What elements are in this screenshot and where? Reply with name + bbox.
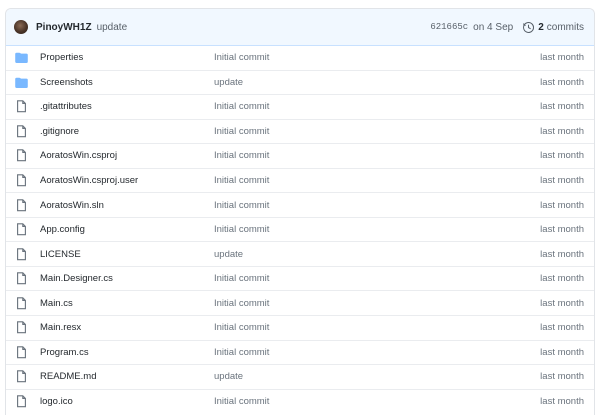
file-row[interactable]: LICENSE update last month — [6, 242, 594, 267]
file-icon — [14, 149, 28, 162]
file-commit-message-link[interactable]: Initial commit — [214, 347, 414, 358]
file-commit-message-link[interactable]: update — [214, 249, 414, 260]
file-row[interactable]: AoratosWin.csproj.user Initial commit last… — [6, 169, 594, 194]
file-commit-message-link[interactable]: Initial commit — [214, 200, 414, 211]
file-commit-age: last month — [540, 150, 584, 162]
commit-message-link[interactable]: update — [97, 22, 128, 33]
file-icon — [14, 198, 28, 212]
file-commit-age: last month — [540, 273, 584, 285]
file-commit-age: last month — [540, 346, 584, 358]
file-icon — [14, 297, 28, 310]
file-name-link[interactable]: logo.ico — [40, 396, 214, 407]
file-commit-message-link[interactable]: Initial commit — [214, 150, 414, 161]
file-commit-age: last month — [540, 76, 584, 88]
file-commit-message-link[interactable]: Initial commit — [214, 224, 414, 235]
file-commit-message-link[interactable]: Initial commit — [214, 101, 414, 112]
file-commit-age: last month — [540, 101, 584, 113]
commit-sha-link[interactable]: 621665c — [430, 22, 468, 32]
file-commit-message-link[interactable]: Initial commit — [214, 52, 414, 63]
file-commit-message-link[interactable]: Initial commit — [214, 126, 414, 137]
file-row[interactable]: App.config Initial commit last month — [6, 218, 594, 243]
file-commit-message-link[interactable]: update — [214, 371, 414, 382]
file-row[interactable]: Main.resx Initial commit last month — [6, 316, 594, 341]
file-row[interactable]: Main.cs Initial commit last month — [6, 291, 594, 317]
file-icon — [14, 100, 28, 113]
file-name-link[interactable]: AoratosWin.csproj — [40, 150, 214, 161]
file-commit-age: last month — [540, 52, 584, 64]
file-icon — [14, 247, 28, 261]
author-avatar[interactable] — [14, 20, 28, 34]
file-row[interactable]: .gitattributes Initial commit last month — [6, 95, 594, 120]
file-name-link[interactable]: Main.Designer.cs — [40, 273, 214, 284]
file-row[interactable]: Program.cs Initial commit last month — [6, 341, 594, 366]
file-row[interactable]: AoratosWin.csproj Initial commit last mont… — [6, 144, 594, 169]
file-commit-message-link[interactable]: Initial commit — [214, 396, 414, 407]
file-name-link[interactable]: .gitattributes — [40, 101, 214, 112]
file-name-link[interactable]: Screenshots — [40, 77, 214, 88]
file-row[interactable]: Screenshots update last month — [6, 71, 594, 96]
commit-author-link[interactable]: PinoyWH1Z — [36, 22, 92, 33]
file-commit-age: last month — [540, 297, 584, 309]
commit-date: on 4 Sep — [473, 21, 514, 33]
file-name-link[interactable]: README.md — [40, 371, 214, 382]
file-commit-age: last month — [540, 199, 584, 211]
file-commit-age: last month — [540, 396, 584, 408]
history-icon — [523, 21, 535, 33]
file-commit-message-link[interactable]: Initial commit — [214, 273, 414, 284]
file-icon — [14, 272, 28, 285]
file-commit-age: last month — [540, 371, 584, 383]
file-name-link[interactable]: Main.cs — [40, 298, 214, 309]
file-name-link[interactable]: Properties — [40, 52, 214, 63]
file-icon — [14, 125, 28, 138]
file-name-link[interactable]: Main.resx — [40, 322, 214, 333]
file-list: Properties Initial commit last month Screen… — [6, 46, 594, 414]
file-name-link[interactable]: Program.cs — [40, 347, 214, 358]
commit-history-link[interactable]: 2 commits — [523, 21, 584, 33]
latest-commit-bar: PinoyWH1Z update 621665c on 4 Sep 2 comm… — [6, 9, 594, 46]
file-row[interactable]: Main.Designer.cs Initial commit last month — [6, 267, 594, 292]
file-icon — [14, 174, 28, 187]
file-name-link[interactable]: LICENSE — [40, 249, 214, 260]
file-commit-message-link[interactable]: Initial commit — [214, 322, 414, 333]
file-name-link[interactable]: AoratosWin.csproj.user — [40, 175, 214, 186]
file-commit-message-link[interactable]: Initial commit — [214, 175, 414, 186]
file-browser: PinoyWH1Z update 621665c on 4 Sep 2 comm… — [5, 8, 595, 415]
file-row[interactable]: AoratosWin.sln Initial commit last month — [6, 193, 594, 218]
file-commit-age: last month — [540, 125, 584, 137]
folder-icon — [14, 52, 28, 64]
commit-count-label: commits — [546, 21, 584, 33]
file-icon — [14, 346, 28, 359]
file-icon — [14, 223, 28, 236]
file-name-link[interactable]: AoratosWin.sln — [40, 200, 214, 211]
file-commit-age: last month — [540, 248, 584, 260]
commit-count: 2 — [538, 21, 544, 33]
file-commit-age: last month — [540, 175, 584, 186]
folder-icon — [14, 77, 28, 88]
file-row[interactable]: .gitignore Initial commit last month — [6, 120, 594, 145]
file-row[interactable]: README.md update last month — [6, 365, 594, 390]
file-commit-message-link[interactable]: update — [214, 77, 414, 88]
file-row[interactable]: Properties Initial commit last month — [6, 46, 594, 71]
file-row[interactable]: logo.ico Initial commit last month — [6, 390, 594, 415]
file-icon — [14, 395, 28, 408]
file-icon — [14, 370, 28, 383]
file-name-link[interactable]: .gitignore — [40, 126, 214, 137]
file-name-link[interactable]: App.config — [40, 224, 214, 235]
file-icon — [14, 321, 28, 334]
file-commit-age: last month — [540, 322, 584, 334]
file-commit-age: last month — [540, 224, 584, 236]
file-commit-message-link[interactable]: Initial commit — [214, 298, 414, 309]
